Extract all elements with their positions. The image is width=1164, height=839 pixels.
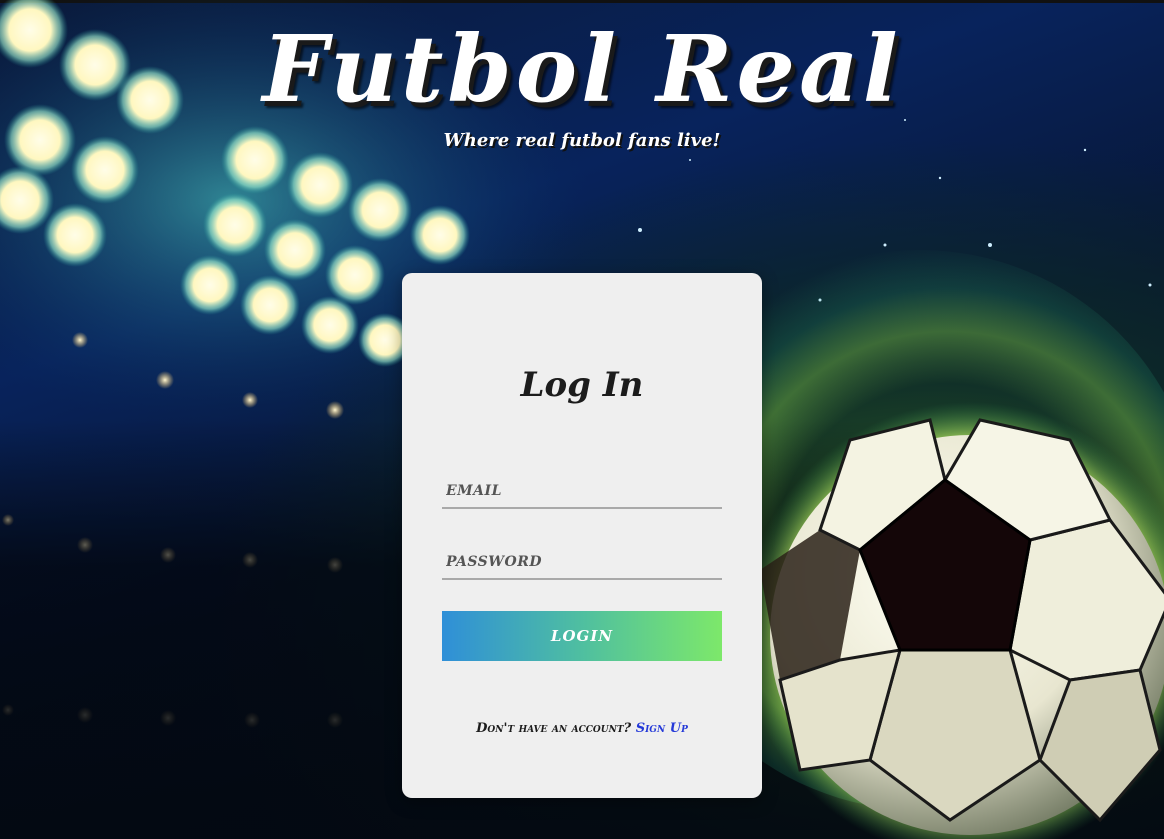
site-tagline: Where real futbol fans live! [443,130,721,151]
password-field[interactable] [442,546,722,580]
site-title: Futbol Real [262,15,902,123]
login-card: Log In LOGIN Don't have an account? Sign… [402,273,762,798]
signup-prompt-row: Don't have an account? Sign Up [402,721,762,736]
login-button[interactable]: LOGIN [442,611,722,661]
email-field[interactable] [442,475,722,509]
signup-prompt-text: Don't have an account? [476,721,632,736]
login-page: Futbol Real Where real futbol fans live!… [0,0,1164,839]
soccer-ball-image [742,402,1164,839]
login-heading: Log In [520,365,644,405]
signup-link[interactable]: Sign Up [636,721,688,736]
